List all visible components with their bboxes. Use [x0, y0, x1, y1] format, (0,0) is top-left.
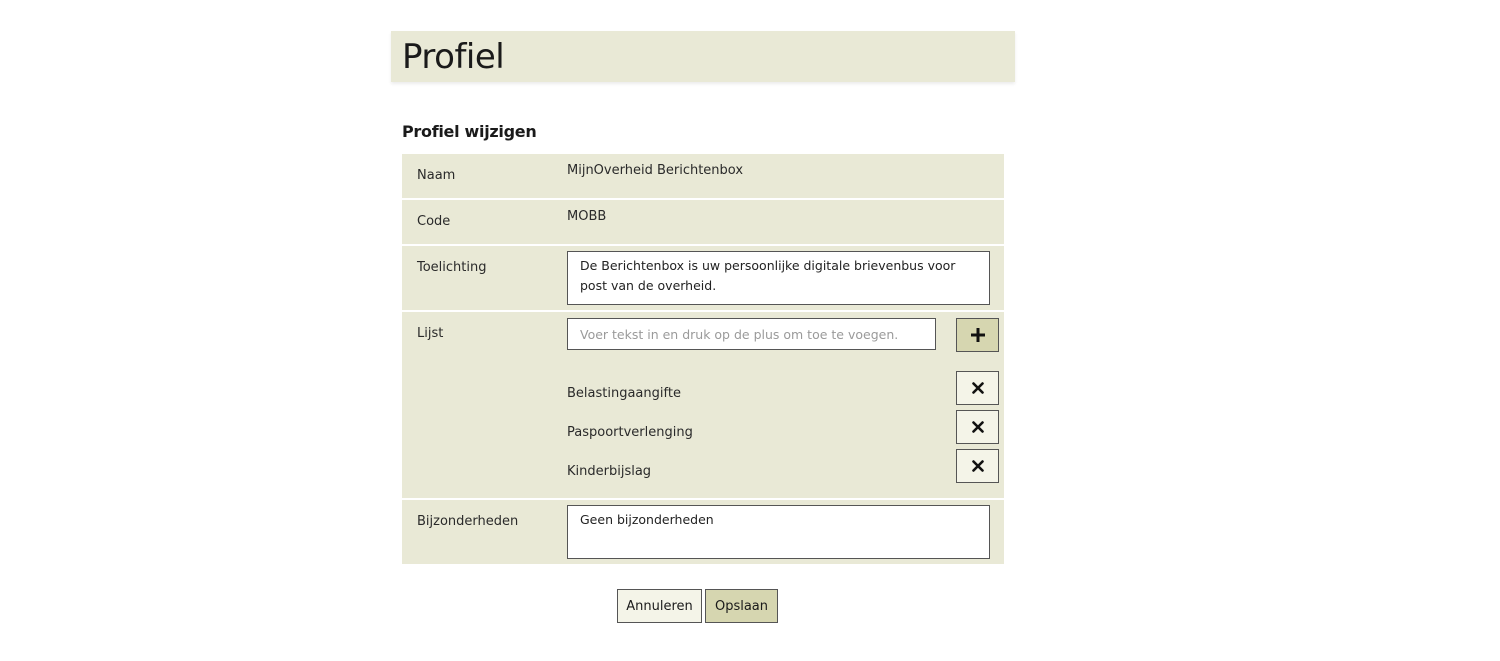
bijzonderheden-label: Bijzonderheden: [417, 514, 519, 529]
save-button[interactable]: Opslaan: [705, 589, 778, 623]
times-icon: [971, 460, 984, 472]
page-title: Profiel: [402, 37, 505, 77]
list-item: Paspoortverlenging: [567, 425, 693, 440]
bijzonderheden-textarea[interactable]: Geen bijzonderheden: [567, 505, 990, 559]
add-item-button[interactable]: [956, 318, 999, 352]
row-toelichting: Toelichting De Berichtenbox is uw persoo…: [402, 246, 1004, 310]
cancel-button[interactable]: Annuleren: [617, 589, 702, 623]
remove-item-button[interactable]: [956, 449, 999, 483]
toelichting-textarea[interactable]: De Berichtenbox is uw persoonlijke digit…: [567, 251, 990, 305]
list-item: Belastingaangifte: [567, 386, 681, 401]
page-header: Profiel: [391, 31, 1015, 82]
toelichting-label: Toelichting: [417, 260, 487, 275]
times-icon: [971, 421, 984, 433]
naam-label: Naam: [417, 168, 456, 183]
list-item: Kinderbijslag: [567, 464, 652, 479]
lijst-input[interactable]: [567, 318, 936, 350]
row-bijzonderheden: Bijzonderheden Geen bijzonderheden: [402, 500, 1004, 564]
plus-icon: [970, 328, 985, 342]
remove-item-button[interactable]: [956, 371, 999, 405]
times-icon: [971, 382, 984, 394]
lijst-label: Lijst: [417, 326, 444, 341]
row-code: Code MOBB: [402, 200, 1004, 244]
row-naam: Naam MijnOverheid Berichtenbox: [402, 154, 1004, 198]
code-value: MOBB: [567, 209, 607, 224]
row-lijst: Lijst Belastingaangifte Paspoortverlengi…: [402, 312, 1004, 498]
remove-item-button[interactable]: [956, 410, 999, 444]
code-label: Code: [417, 214, 451, 229]
naam-value: MijnOverheid Berichtenbox: [567, 163, 744, 178]
section-title: Profiel wijzigen: [402, 122, 537, 141]
